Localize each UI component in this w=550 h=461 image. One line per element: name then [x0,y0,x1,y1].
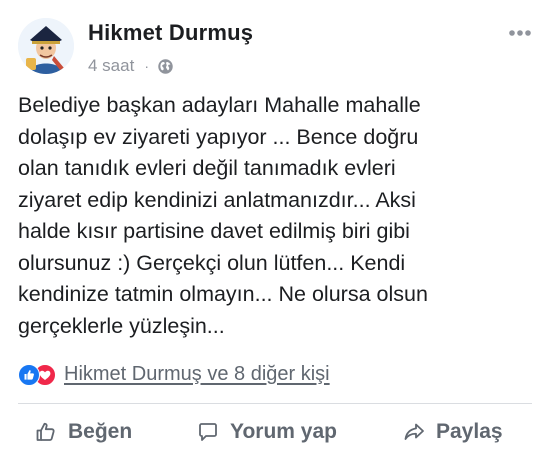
avatar-illustration [18,18,74,74]
post-meta: 4 saat · [88,55,174,77]
like-button-label: Beğen [68,420,133,443]
post-time[interactable]: 4 saat [88,56,134,76]
like-reaction-icon [18,364,40,386]
globe-icon[interactable] [157,58,174,75]
comment-button[interactable]: Yorum yap [196,410,337,454]
post-text-line: Belediye başkan adayları Mahalle mahalle [18,93,421,117]
divider [18,403,532,404]
post-text-line: gerçeklerle yüzleşin... [18,313,225,338]
reaction-icons [18,362,60,386]
meta-separator: · [144,58,149,74]
comment-button-label: Yorum yap [230,420,337,443]
share-button[interactable]: Paylaş [402,410,503,454]
globe-icon-graphic [158,58,173,74]
more-dots-graphic [509,30,531,36]
author-avatar[interactable] [18,18,74,74]
post-text-line: ziyaret edip kendinizi anlatmanızdır... … [18,187,416,212]
action-bar: Beğen Yorum yap Paylaş [0,410,550,454]
like-reaction-graphic [24,370,34,380]
post-text-line: kendinize tatmin olmayın... Ne olursa ol… [18,282,428,306]
reactions-summary[interactable]: Hikmet Durmuş ve 8 diğer kişi [18,360,330,388]
post-text-line: dolaşıp ev ziyareti yapıyor ... Bence do… [18,124,419,149]
share-icon [404,423,424,440]
reactions-summary-text[interactable]: Hikmet Durmuş ve 8 diğer kişi [64,363,330,386]
more-horizontal-icon[interactable] [506,20,534,46]
facebook-post: Hikmet Durmuş 4 saat · Belediye başkan a… [0,0,550,461]
like-button[interactable]: Beğen [34,410,132,454]
post-text-line: halde kısır partisine davet edilmiş biri… [18,219,410,243]
thumbs-up-icon [36,422,55,441]
comment-icon [199,423,217,441]
author-name[interactable]: Hikmet Durmuş [88,20,253,46]
post-text-line: olan tanıdık evleri değil tanımadık evle… [18,156,396,180]
post-text-line: olursunuz :) Gerçekçi olun lütfen... Ken… [18,250,406,275]
share-button-label: Paylaş [436,420,503,443]
post-text: Belediye başkan adayları Mahalle mahalle… [18,90,538,342]
